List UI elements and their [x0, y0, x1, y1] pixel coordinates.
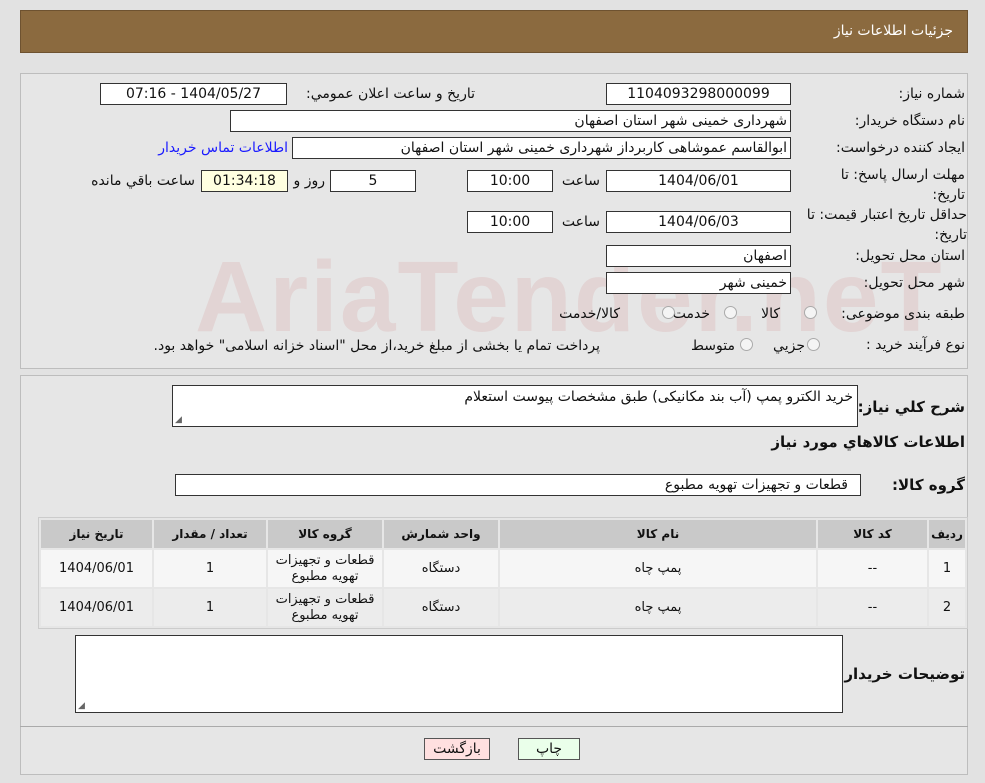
cell-name: پمپ چاه	[500, 589, 816, 626]
days-field[interactable]: 5	[330, 170, 416, 192]
cell-date: 1404/06/01	[41, 550, 152, 587]
buyer-notes-textarea[interactable]: ◢	[75, 635, 843, 713]
divider	[20, 726, 968, 727]
process-radio-minor[interactable]	[807, 338, 820, 351]
announce-label: تاریخ و ساعت اعلان عمومي:	[306, 86, 475, 102]
col-date: تاریخ نیاز	[41, 520, 152, 548]
category-radio-goods[interactable]	[804, 306, 817, 319]
cell-group: قطعات و تجهیزات تهویه مطبوع	[268, 589, 382, 626]
city-label: شهر محل تحویل:	[863, 275, 965, 291]
deadline-date-field[interactable]: 1404/06/01	[606, 170, 791, 192]
col-name: نام کالا	[500, 520, 816, 548]
process-option-medium: متوسط	[691, 338, 735, 354]
validity-date-field[interactable]: 1404/06/03	[606, 211, 791, 233]
cell-code: --	[818, 550, 927, 587]
cell-row: 2	[929, 589, 965, 626]
col-code: کد کالا	[818, 520, 927, 548]
process-option-minor: جزيي	[773, 338, 805, 354]
cell-unit: دستگاه	[384, 589, 498, 626]
resize-grip-icon[interactable]: ◢	[78, 701, 85, 711]
goods-heading: اطلاعات کالاهاي مورد نیاز	[771, 433, 965, 451]
creator-field[interactable]: ابوالقاسم عموشاهی کاربرداز شهرداری خمینی…	[292, 137, 791, 159]
announce-field[interactable]: 1404/05/27 - 07:16	[100, 83, 287, 105]
process-note: پرداخت تمام یا بخشی از مبلغ خرید،از محل …	[153, 338, 600, 354]
cell-date: 1404/06/01	[41, 589, 152, 626]
buyer-notes-label: توضیحات خریدار:	[838, 665, 965, 683]
validity-time-label: ساعت	[561, 214, 600, 230]
cell-group: قطعات و تجهیزات تهویه مطبوع	[268, 550, 382, 587]
cell-qty: 1	[154, 550, 266, 587]
deadline-label: مهلت ارسال پاسخ: تا تاریخ:	[840, 167, 965, 203]
days-label: روز و	[293, 173, 326, 189]
col-qty: تعداد / مقدار	[154, 520, 266, 548]
goods-table: ردیف کد کالا نام کالا واحد شمارش گروه کا…	[38, 517, 968, 629]
summary-text: خرید الکترو پمپ (آب بند مکانیکی) طبق مشخ…	[464, 389, 853, 405]
validity-label: حداقل تاریخ اعتبار قیمت: تا تاریخ:	[806, 207, 967, 243]
back-button[interactable]: بازگشت	[424, 738, 490, 760]
process-label: نوع فرآیند خرید :	[866, 337, 965, 353]
cell-code: --	[818, 589, 927, 626]
group-field[interactable]: قطعات و تجهیزات تهویه مطبوع	[175, 474, 861, 496]
remaining-label: ساعت باقي مانده	[91, 173, 195, 189]
table-row: 1 -- پمپ چاه دستگاه قطعات و تجهیزات تهوی…	[41, 550, 965, 587]
buyer-org-field[interactable]: شهرداری خمینی شهر استان اصفهان	[230, 110, 791, 132]
table-header-row: ردیف کد کالا نام کالا واحد شمارش گروه کا…	[41, 520, 965, 548]
table-row: 2 -- پمپ چاه دستگاه قطعات و تجهیزات تهوی…	[41, 589, 965, 626]
need-number-label: شماره نیاز:	[898, 86, 966, 102]
category-option-both: کالا/خدمت	[559, 306, 620, 322]
creator-label: ایجاد کننده درخواست:	[836, 140, 965, 156]
buyer-contact-link[interactable]: اطلاعات تماس خریدار	[158, 140, 288, 156]
cell-qty: 1	[154, 589, 266, 626]
cell-unit: دستگاه	[384, 550, 498, 587]
category-radio-both[interactable]	[662, 306, 675, 319]
print-button[interactable]: چاپ	[518, 738, 580, 760]
province-label: استان محل تحویل:	[855, 248, 965, 264]
resize-grip-icon[interactable]: ◢	[175, 415, 182, 425]
city-field[interactable]: خمینی شهر	[606, 272, 791, 294]
remaining-time-field: 01:34:18	[201, 170, 288, 192]
validity-time-field[interactable]: 10:00	[467, 211, 553, 233]
category-option-service: خدمت	[672, 306, 710, 322]
category-label: طبقه بندی موضوعی:	[841, 306, 965, 322]
category-radio-service[interactable]	[724, 306, 737, 319]
summary-label: شرح کلي نیاز:	[857, 398, 965, 416]
page-header: جزئیات اطلاعات نیاز	[20, 10, 968, 53]
deadline-time-label: ساعت	[561, 173, 600, 189]
buyer-org-label: نام دستگاه خریدار:	[854, 113, 965, 129]
category-option-goods: کالا	[761, 306, 780, 322]
group-label: گروه کالا:	[892, 476, 965, 494]
deadline-time-field[interactable]: 10:00	[467, 170, 553, 192]
page-title: جزئیات اطلاعات نیاز	[833, 23, 953, 39]
cell-row: 1	[929, 550, 965, 587]
province-field[interactable]: اصفهان	[606, 245, 791, 267]
process-radio-medium[interactable]	[740, 338, 753, 351]
cell-name: پمپ چاه	[500, 550, 816, 587]
need-number-field[interactable]: 1104093298000099	[606, 83, 791, 105]
col-unit: واحد شمارش	[384, 520, 498, 548]
col-row: ردیف	[929, 520, 965, 548]
summary-textarea[interactable]: خرید الکترو پمپ (آب بند مکانیکی) طبق مشخ…	[172, 385, 858, 427]
col-group: گروه کالا	[268, 520, 382, 548]
